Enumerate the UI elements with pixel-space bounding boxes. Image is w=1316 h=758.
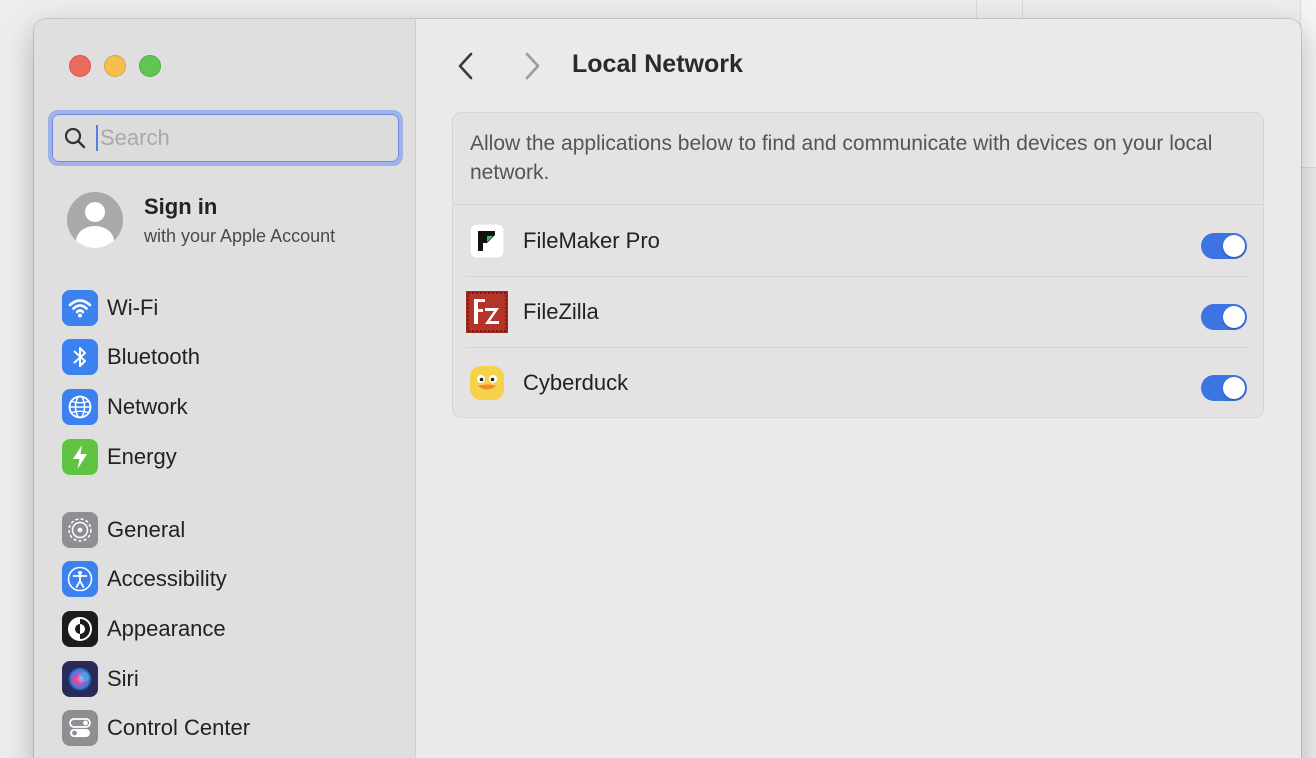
app-row-filemaker: FileMaker Pro (466, 205, 1247, 276)
sidebar-item-label: Accessibility (107, 566, 227, 592)
sidebar-item-appearance[interactable]: Appearance (62, 604, 250, 654)
minimize-button[interactable] (104, 55, 126, 77)
avatar (67, 192, 123, 248)
search-input[interactable] (96, 125, 376, 151)
app-row-filezilla: FileZilla (466, 276, 1247, 347)
background-divider (976, 0, 977, 18)
sidebar-item-label: Control Center (107, 715, 251, 741)
filemaker-toggle[interactable] (1201, 232, 1247, 259)
control-center-icon (62, 710, 98, 747)
bluetooth-icon (62, 339, 98, 376)
account-title: Sign in (144, 193, 218, 219)
filezilla-icon (466, 291, 508, 333)
gear-icon (62, 511, 98, 548)
sidebar-item-accessibility[interactable]: Accessibility (62, 555, 250, 605)
chevron-left-icon (458, 52, 473, 80)
sidebar-item-wifi[interactable]: Wi-Fi (62, 283, 200, 333)
panel-description: Allow the applications below to find and… (453, 113, 1263, 205)
sidebar-item-label: General (107, 516, 186, 542)
accessibility-icon (62, 561, 98, 598)
background-divider (1022, 0, 1023, 18)
chevron-right-icon (525, 52, 540, 80)
sidebar-group-system: General Accessibility Appearance Siri Co… (62, 505, 250, 753)
app-name: Cyberduck (523, 370, 629, 395)
siri-icon (62, 660, 98, 697)
zoom-button[interactable] (139, 55, 161, 77)
forward-button[interactable] (520, 52, 544, 80)
search-icon (64, 127, 86, 149)
cyberduck-icon (466, 362, 508, 404)
sidebar-item-label: Appearance (107, 615, 226, 641)
sidebar-item-label: Siri (107, 665, 139, 691)
sidebar-item-bluetooth[interactable]: Bluetooth (62, 333, 200, 383)
sidebar-item-general[interactable]: General (62, 505, 250, 555)
sidebar-item-control-center[interactable]: Control Center (62, 703, 250, 753)
system-settings-window: Sign in with your Apple Account Wi-Fi Bl… (34, 19, 1301, 758)
app-row-cyberduck: Cyberduck (466, 347, 1247, 418)
main-content: Local Network Allow the applications bel… (416, 19, 1301, 758)
apple-account-signin[interactable]: Sign in with your Apple Account (67, 192, 335, 248)
sidebar-item-network[interactable]: Network (62, 382, 200, 432)
account-text: Sign in with your Apple Account (144, 194, 335, 247)
filezilla-toggle[interactable] (1201, 304, 1247, 330)
page-title: Local Network (572, 50, 743, 78)
local-network-panel: Allow the applications below to find and… (452, 112, 1264, 418)
close-button[interactable] (69, 55, 91, 77)
search-field[interactable] (48, 110, 403, 166)
filemaker-icon (466, 220, 508, 262)
account-subtitle: with your Apple Account (144, 225, 336, 246)
sidebar-item-siri[interactable]: Siri (62, 654, 250, 704)
back-button[interactable] (454, 52, 478, 80)
cyberduck-toggle[interactable] (1201, 375, 1247, 401)
app-name: FileMaker Pro (523, 227, 660, 253)
sidebar: Sign in with your Apple Account Wi-Fi Bl… (34, 19, 416, 758)
sidebar-item-energy[interactable]: Energy (62, 432, 200, 482)
sidebar-item-label: Bluetooth (107, 344, 200, 370)
sidebar-item-label: Wi-Fi (107, 294, 159, 320)
bolt-icon (62, 438, 98, 475)
app-name: FileZilla (523, 299, 599, 324)
background-window-edge (1300, 0, 1316, 168)
sidebar-item-label: Energy (107, 443, 177, 469)
sidebar-item-label: Network (107, 393, 188, 419)
window-controls (69, 55, 161, 77)
sidebar-group-network: Wi-Fi Bluetooth Network Energy (62, 283, 200, 481)
history-navigation (454, 52, 544, 80)
globe-icon (62, 388, 98, 425)
appearance-icon (62, 610, 98, 647)
wifi-icon (62, 289, 98, 326)
